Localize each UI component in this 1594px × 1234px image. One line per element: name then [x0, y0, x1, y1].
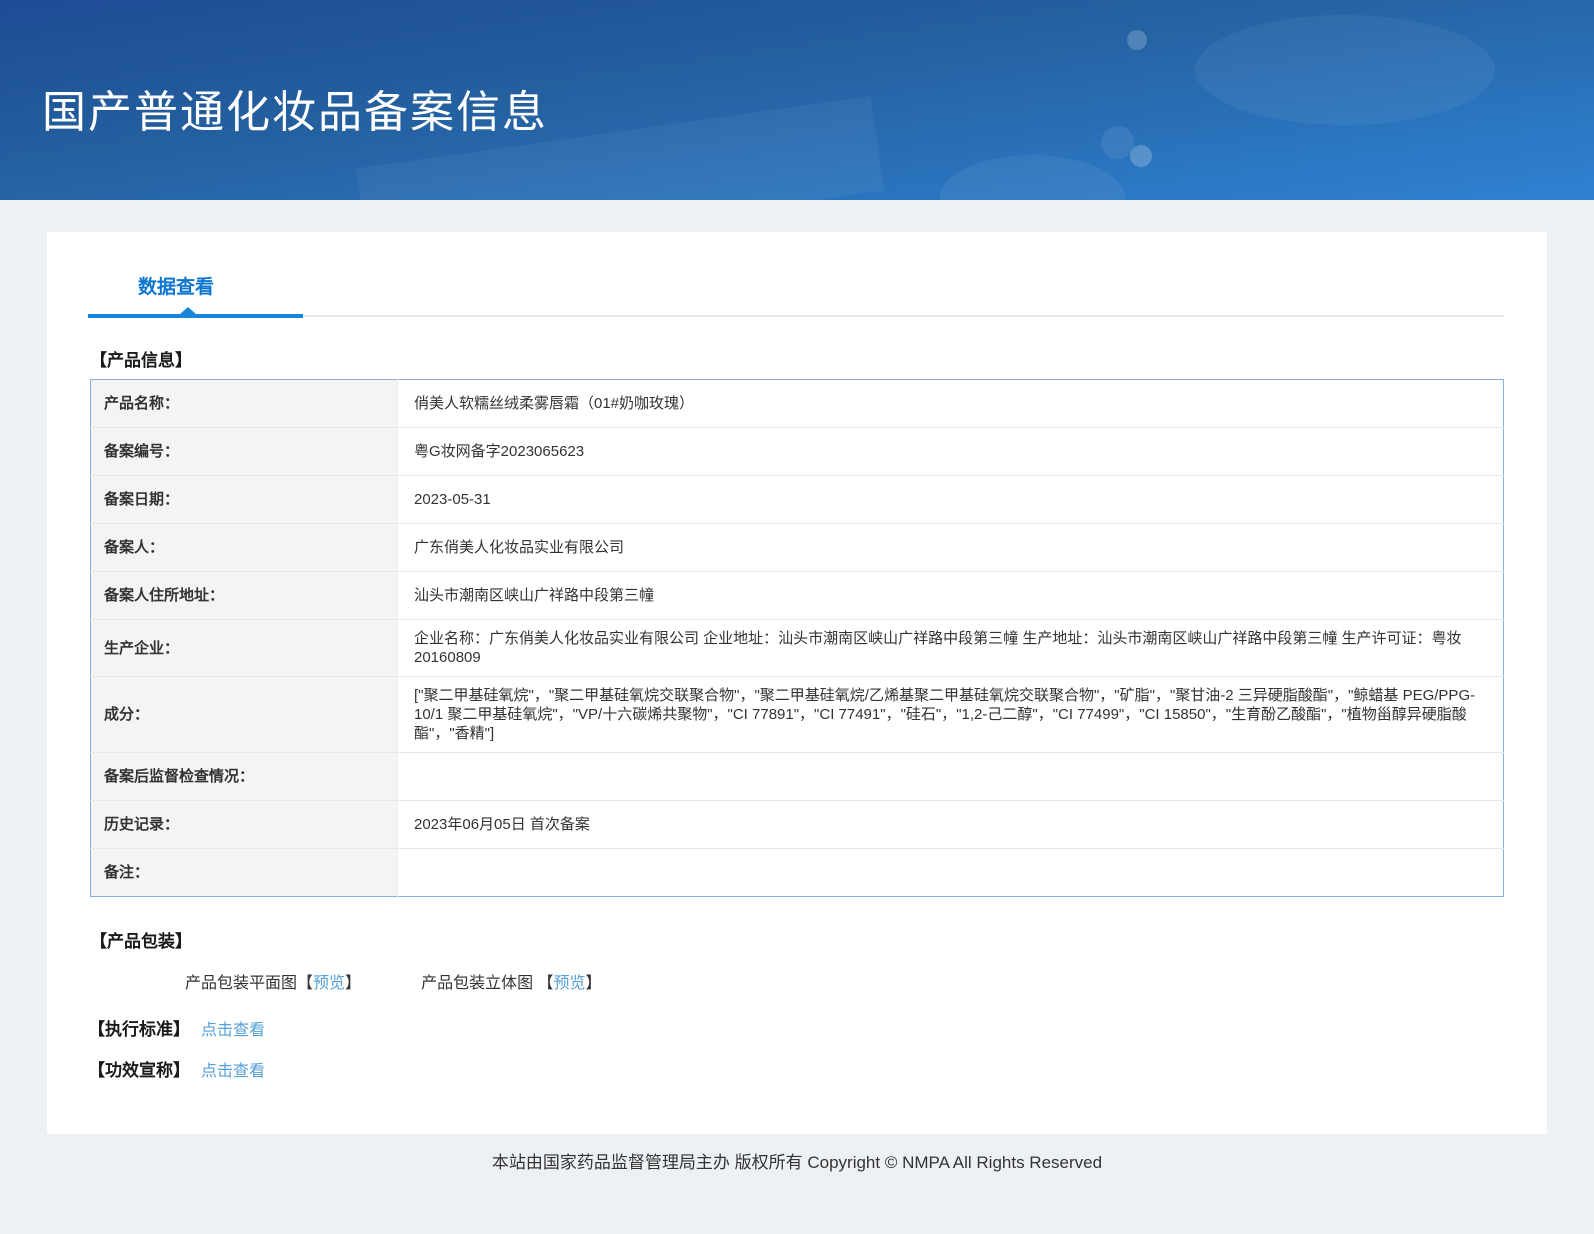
table-row-manufacturer: 生产企业： 企业名称：广东俏美人化妆品实业有限公司 企业地址：汕头市潮南区峡山广… — [90, 619, 1504, 677]
table-row-remarks: 备注： — [90, 848, 1504, 897]
field-label: 备注： — [90, 848, 398, 897]
field-value — [397, 848, 1504, 897]
table-row-filing-date: 备案日期： 2023-05-31 — [90, 475, 1504, 524]
packaging-flat-preview-link[interactable]: 预览 — [313, 975, 345, 992]
standard-view-link[interactable]: 点击查看 — [201, 1022, 265, 1039]
field-label: 备案编号： — [90, 427, 398, 476]
field-label: 历史记录： — [90, 800, 398, 849]
packaging-3d-label: 产品包装立体图 — [421, 975, 538, 992]
tab-arrow-up-icon — [180, 307, 196, 314]
field-value: 汕头市潮南区峡山广祥路中段第三幢 — [397, 571, 1504, 620]
tab-active-indicator — [88, 307, 303, 318]
field-label: 备案人： — [90, 523, 398, 572]
page-header: 国产普通化妆品备案信息 — [0, 0, 1594, 200]
standard-label: 【执行标准】 — [88, 1020, 190, 1039]
table-row-product-name: 产品名称： 俏美人软糯丝绒柔雾唇霜（01#奶咖玫瑰） — [90, 379, 1504, 428]
page-footer: 本站由国家药品监督管理局主办 版权所有 Copyright © NMPA All… — [0, 1148, 1594, 1233]
bracket-open: 【 — [297, 975, 314, 992]
packaging-row: 产品包装平面图【预览】 产品包装立体图 【预览】 — [185, 969, 1547, 993]
decor-dot — [1130, 145, 1152, 167]
standard-row: 【执行标准】 点击查看 — [88, 1015, 1547, 1040]
field-value: 广东俏美人化妆品实业有限公司 — [397, 523, 1504, 572]
field-label: 成分： — [90, 676, 398, 753]
field-value: 2023年06月05日 首次备案 — [397, 800, 1504, 849]
tab-bar: 数据查看 — [47, 232, 1547, 320]
decor-ellipse-top-right — [1195, 15, 1495, 125]
field-label: 备案人住所地址： — [90, 571, 398, 620]
decor-ellipse-bottom — [940, 155, 1125, 200]
packaging-flat-item: 产品包装平面图【预览】 — [185, 975, 361, 992]
content-card: 数据查看 【产品信息】 产品名称： 俏美人软糯丝绒柔雾唇霜（01#奶咖玫瑰） 备… — [47, 232, 1547, 1134]
efficacy-row: 【功效宣称】 点击查看 — [88, 1056, 1547, 1081]
product-info-heading: 【产品信息】 — [90, 351, 192, 370]
efficacy-view-link[interactable]: 点击查看 — [201, 1063, 265, 1080]
bracket-close: 】 — [585, 975, 602, 992]
packaging-heading: 【产品包装】 — [90, 932, 192, 951]
field-value: 企业名称：广东俏美人化妆品实业有限公司 企业地址：汕头市潮南区峡山广祥路中段第三… — [397, 619, 1504, 677]
bracket-close: 】 — [345, 975, 362, 992]
tab-divider-line — [303, 315, 1504, 317]
field-value — [397, 752, 1504, 801]
decor-dot — [1127, 30, 1147, 50]
product-info-table: 产品名称： 俏美人软糯丝绒柔雾唇霜（01#奶咖玫瑰） 备案编号： 粤G妆网备字2… — [90, 379, 1504, 897]
field-label: 产品名称： — [90, 379, 398, 428]
tab-data-view[interactable]: 数据查看 — [138, 272, 214, 299]
copyright-text: 本站由国家药品监督管理局主办 版权所有 Copyright © NMPA All… — [491, 1153, 1103, 1172]
table-row-filing-number: 备案编号： 粤G妆网备字2023065623 — [90, 427, 1504, 476]
table-row-filer: 备案人： 广东俏美人化妆品实业有限公司 — [90, 523, 1504, 572]
table-row-supervision: 备案后监督检查情况： — [90, 752, 1504, 801]
packaging-3d-preview-link[interactable]: 预览 — [554, 975, 586, 992]
table-row-filer-address: 备案人住所地址： 汕头市潮南区峡山广祥路中段第三幢 — [90, 571, 1504, 620]
table-row-ingredients: 成分： ["聚二甲基硅氧烷"，"聚二甲基硅氧烷交联聚合物"，"聚二甲基硅氧烷/乙… — [90, 676, 1504, 753]
efficacy-label: 【功效宣称】 — [88, 1061, 190, 1080]
field-label: 生产企业： — [90, 619, 398, 677]
table-row-history: 历史记录： 2023年06月05日 首次备案 — [90, 800, 1504, 849]
field-value: 2023-05-31 — [397, 475, 1504, 524]
field-value: 粤G妆网备字2023065623 — [397, 427, 1504, 476]
tab-underline — [88, 307, 1504, 320]
page-title: 国产普通化妆品备案信息 — [42, 88, 548, 137]
bracket-open: 【 — [537, 975, 554, 992]
packaging-flat-label: 产品包装平面图 — [185, 975, 298, 992]
field-value: ["聚二甲基硅氧烷"，"聚二甲基硅氧烷交联聚合物"，"聚二甲基硅氧烷/乙烯基聚二… — [397, 676, 1504, 753]
packaging-3d-item: 产品包装立体图 【预览】 — [421, 975, 602, 992]
field-label: 备案日期： — [90, 475, 398, 524]
field-value: 俏美人软糯丝绒柔雾唇霜（01#奶咖玫瑰） — [414, 395, 695, 412]
field-label: 备案后监督检查情况： — [90, 752, 398, 801]
